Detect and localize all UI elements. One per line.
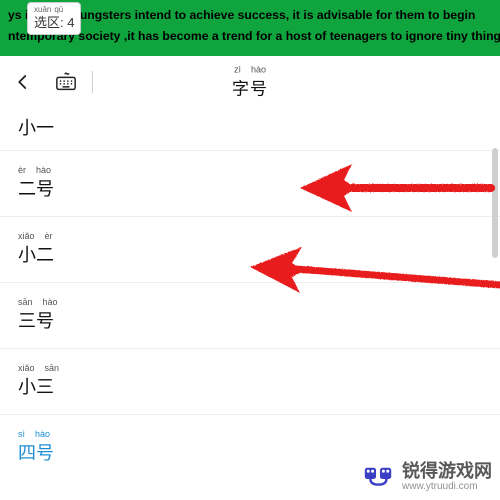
item-label: 小二 bbox=[18, 241, 482, 267]
panel-header: zì hào 字号 bbox=[0, 56, 500, 108]
item-pinyin: sìhào bbox=[18, 429, 482, 439]
item-pinyin: xiǎosān bbox=[18, 363, 482, 373]
font-size-list[interactable]: 小一 èrhào 二号 xiǎoèr 小二 sānhào 三号 bbox=[0, 108, 500, 481]
watermark-logo-icon bbox=[364, 463, 396, 487]
keyboard-button[interactable] bbox=[46, 56, 86, 108]
item-pinyin: xiǎoèr bbox=[18, 231, 482, 241]
item-pinyin: èrhào bbox=[18, 165, 482, 175]
list-item[interactable]: xiǎoèr 小二 bbox=[0, 217, 500, 283]
list-item[interactable]: 小一 bbox=[0, 108, 500, 151]
item-label: 小一 bbox=[18, 114, 482, 140]
header-divider bbox=[92, 71, 93, 93]
list-item[interactable]: èrhào 二号 bbox=[0, 151, 500, 217]
watermark-brand: 锐得游戏网 bbox=[402, 457, 492, 483]
chevron-left-icon bbox=[14, 73, 32, 91]
list-item[interactable]: sānhào 三号 bbox=[0, 283, 500, 349]
selection-count-badge: xuǎn qū 选区: 4 bbox=[27, 2, 81, 35]
item-label: 二号 bbox=[18, 175, 482, 201]
watermark: 锐得游戏网 www.ytruudi.com bbox=[364, 457, 492, 492]
editor-text-banner: xuǎn qū 选区: 4 ys i oungsters intend to a… bbox=[0, 0, 500, 56]
item-label: 三号 bbox=[18, 307, 482, 333]
font-size-picker-panel: zì hào 字号 小一 èrhào 二号 xiǎoèr 小二 bbox=[0, 56, 500, 500]
list-item[interactable]: xiǎosān 小三 bbox=[0, 349, 500, 415]
watermark-url: www.ytruudi.com bbox=[402, 481, 478, 492]
panel-title: zì hào 字号 bbox=[232, 64, 268, 99]
keyboard-icon bbox=[55, 71, 77, 93]
back-button[interactable] bbox=[0, 56, 46, 108]
item-pinyin: sānhào bbox=[18, 297, 482, 307]
item-label: 小三 bbox=[18, 373, 482, 399]
